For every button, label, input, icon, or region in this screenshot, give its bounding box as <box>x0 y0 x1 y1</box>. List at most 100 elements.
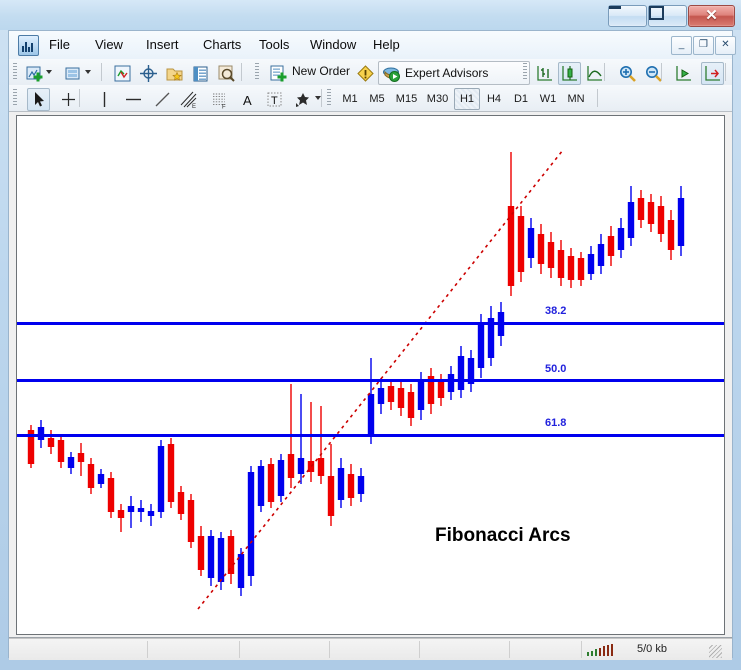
terminal-icon <box>193 66 208 82</box>
equidistant-channel-tool[interactable]: E <box>177 88 200 111</box>
toolbar-separator <box>597 89 598 107</box>
toolbar-grip[interactable] <box>13 89 17 107</box>
metatrader-icon <box>18 35 39 56</box>
bar-chart-button[interactable] <box>533 62 556 85</box>
strategy-tester-button[interactable] <box>215 62 238 85</box>
toolbar-grip[interactable] <box>255 63 259 81</box>
svg-text:T: T <box>271 95 278 107</box>
status-bar: 5/0 kb <box>9 638 732 660</box>
window-minimize-button[interactable] <box>608 5 647 27</box>
toolbar-grip[interactable] <box>523 63 527 81</box>
status-separator <box>581 641 582 658</box>
maximize-icon <box>649 6 664 20</box>
menu-item-charts[interactable]: Charts <box>197 35 247 55</box>
menu-item-help[interactable]: Help <box>367 35 406 55</box>
trendline-tool[interactable] <box>151 88 174 111</box>
toolbar-separator <box>604 63 605 81</box>
menu-item-file[interactable]: File <box>43 35 76 55</box>
line-chart-button[interactable] <box>583 62 606 85</box>
menu-item-window[interactable]: Window <box>304 35 362 55</box>
new-order-label: New Order <box>292 64 351 78</box>
application-window: ✕ File View Insert Charts Tools Window Help _ … <box>0 0 741 670</box>
toolbar-grip[interactable] <box>327 89 331 107</box>
toolbar-separator <box>79 89 80 107</box>
text-label-tool: T <box>267 92 282 107</box>
candlestick-button[interactable] <box>558 62 581 85</box>
timeframe-m5-button[interactable]: M5 <box>364 88 390 110</box>
data-window-button[interactable] <box>137 62 160 85</box>
new-chart-button[interactable] <box>23 62 46 85</box>
new-order-icon <box>270 65 287 82</box>
terminal-button[interactable] <box>189 62 212 85</box>
chart-shift-icon <box>705 66 720 81</box>
market-watch-button[interactable] <box>111 62 134 85</box>
window-close-button[interactable]: ✕ <box>688 5 735 27</box>
close-icon: ✕ <box>705 7 718 24</box>
shapes-tool[interactable] <box>291 88 314 111</box>
timeframe-m15-button[interactable]: M15 <box>391 88 422 110</box>
menu-item-tools[interactable]: Tools <box>253 35 295 55</box>
timeframe-m30-button[interactable]: M30 <box>422 88 453 110</box>
connection-signal-icon[interactable] <box>587 643 615 656</box>
chart-canvas[interactable]: 38.2 50.0 61.8 Fibonacci Arcs <box>17 116 724 634</box>
menu-bar: File View Insert Charts Tools Window Help _ ❐ … <box>9 31 736 60</box>
crosshair-tool[interactable] <box>57 88 80 111</box>
auto-scroll-button[interactable] <box>672 62 695 85</box>
vertical-line-tool[interactable] <box>93 88 116 111</box>
window-maximize-button[interactable] <box>648 5 687 27</box>
cursor-tool[interactable] <box>27 88 50 111</box>
timeframe-h1-button[interactable]: H1 <box>454 88 480 110</box>
trendline-overlay[interactable] <box>17 116 724 634</box>
fibonacci-level-line[interactable] <box>17 434 724 437</box>
fibonacci-level-label: 38.2 <box>545 305 567 317</box>
signal-bar <box>599 647 601 656</box>
fibonacci-level-line[interactable] <box>17 322 724 325</box>
text-label-tool[interactable]: T <box>263 88 286 111</box>
timeframe-mn-button[interactable]: MN <box>562 88 590 110</box>
equidistant-channel-tool: E <box>180 91 197 110</box>
toolbar-separator <box>661 63 662 81</box>
mdi-minimize-button[interactable]: _ <box>671 36 692 55</box>
zoom-in-button[interactable] <box>616 62 639 85</box>
vertical-line-tool <box>103 92 106 107</box>
status-separator <box>239 641 240 658</box>
new-order-button[interactable] <box>267 62 290 85</box>
market-watch-icon <box>114 65 131 82</box>
alert-button[interactable] <box>354 62 377 85</box>
signal-bar <box>591 650 593 656</box>
mdi-restore-button[interactable]: ❐ <box>693 36 714 55</box>
menu-item-insert[interactable]: Insert <box>140 35 185 55</box>
toolbar-grip[interactable] <box>13 63 17 81</box>
navigator-button[interactable] <box>163 62 186 85</box>
resize-grip-icon[interactable] <box>709 645 722 658</box>
timeframe-m1-button[interactable]: M1 <box>337 88 363 110</box>
crosshair-tool <box>62 93 75 106</box>
trendline-tool <box>155 92 170 107</box>
signal-bar <box>611 643 613 656</box>
profiles-button[interactable] <box>62 62 85 85</box>
navigator-icon <box>166 68 183 81</box>
new-chart-button-dropdown[interactable] <box>46 70 52 74</box>
timeframe-d1-button[interactable]: D1 <box>508 88 534 110</box>
horizontal-line-tool[interactable] <box>122 88 145 111</box>
shapes-tool <box>296 93 309 107</box>
fibonacci-tool[interactable]: F <box>208 88 231 111</box>
timeframe-h4-button[interactable]: H4 <box>481 88 507 110</box>
text-tool[interactable]: A <box>236 88 259 111</box>
fibonacci-level-line[interactable] <box>17 379 724 382</box>
toolbar-separator <box>321 89 322 107</box>
client-area: File View Insert Charts Tools Window Help _ ❐ … <box>8 30 736 660</box>
expert-advisors-button[interactable]: Expert Advisors <box>378 61 530 85</box>
svg-text:A: A <box>243 93 252 108</box>
chart-title-label: Fibonacci Arcs <box>435 525 571 546</box>
mdi-close-button[interactable]: ✕ <box>715 36 736 55</box>
profiles-button-dropdown[interactable] <box>85 70 91 74</box>
menu-item-view[interactable]: View <box>89 35 129 55</box>
status-separator <box>419 641 420 658</box>
new-chart-icon <box>26 66 43 82</box>
chart-shift-button[interactable] <box>701 62 724 85</box>
timeframe-w1-button[interactable]: W1 <box>535 88 561 110</box>
chart-window[interactable]: 38.2 50.0 61.8 Fibonacci Arcs <box>16 115 725 635</box>
svg-text:E: E <box>192 104 196 110</box>
data-window-icon <box>140 65 157 82</box>
